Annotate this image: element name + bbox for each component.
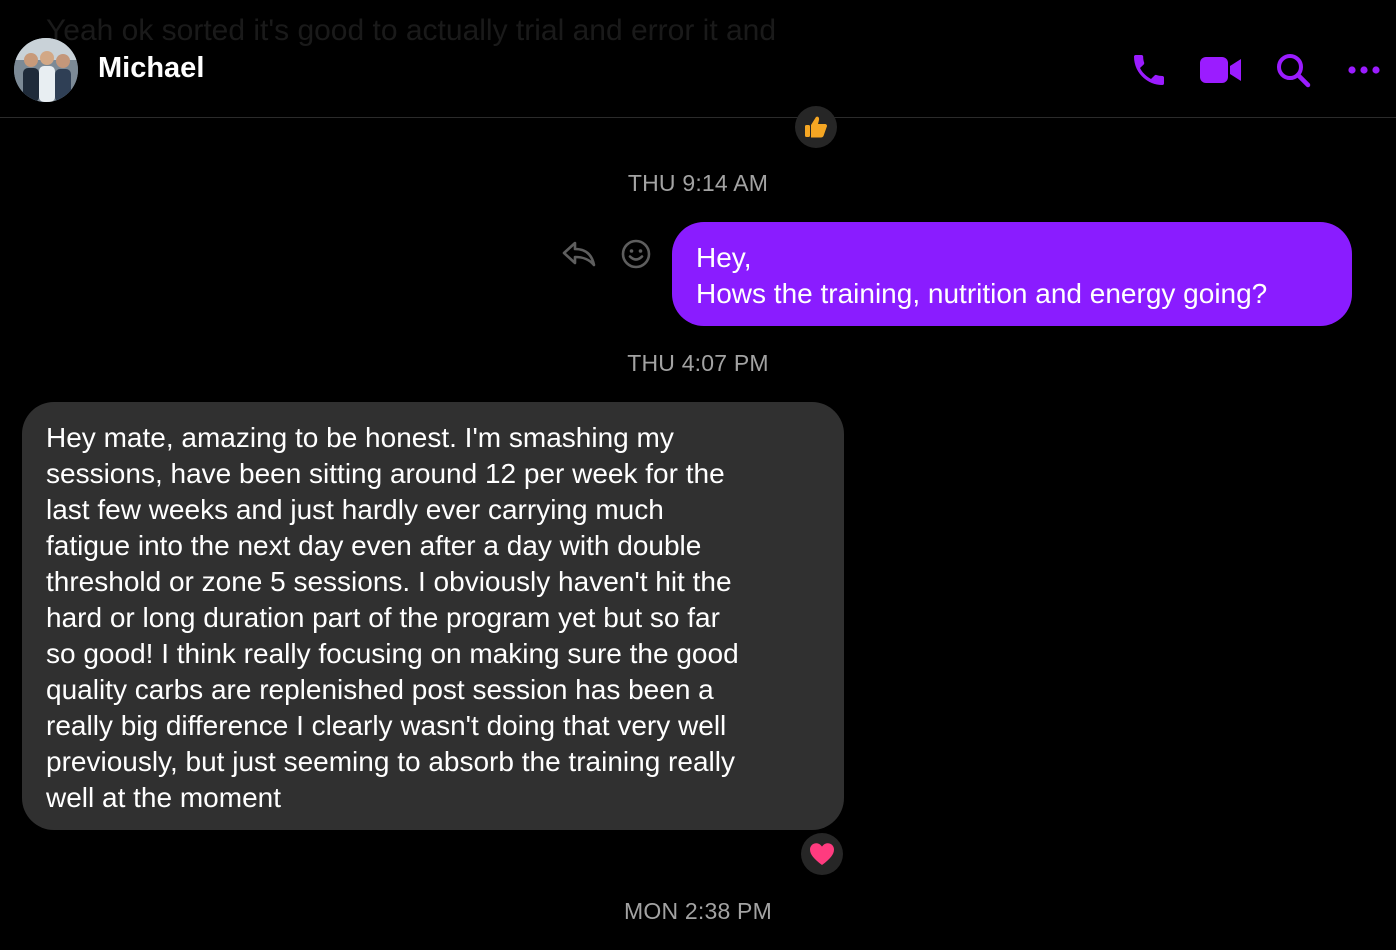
name-redaction bbox=[214, 58, 310, 88]
incoming-message-bubble[interactable]: Hey mate, amazing to be honest. I'm smas… bbox=[22, 402, 844, 830]
timestamp: THU 4:07 PM bbox=[627, 350, 769, 376]
search-icon[interactable] bbox=[1273, 50, 1313, 90]
outgoing-message-bubble[interactable]: Hey, Hows the training, nutrition and en… bbox=[672, 222, 1352, 326]
avatar-photo bbox=[14, 38, 78, 102]
scrolled-message-preview: Yeah ok sorted it's good to actually tri… bbox=[46, 14, 777, 47]
video-camera-icon[interactable] bbox=[1198, 50, 1244, 90]
chat-header: Yeah ok sorted it's good to actually tri… bbox=[0, 0, 1396, 118]
phone-icon[interactable] bbox=[1129, 50, 1169, 90]
heart-reaction[interactable] bbox=[801, 833, 843, 875]
more-icon[interactable] bbox=[1344, 50, 1384, 90]
timestamp: MON 2:38 PM bbox=[624, 898, 772, 924]
timestamp: THU 9:14 AM bbox=[627, 170, 769, 196]
messenger-chat: Yeah ok sorted it's good to actually tri… bbox=[0, 0, 1396, 950]
heart-icon bbox=[810, 843, 834, 865]
reply-icon[interactable] bbox=[560, 238, 598, 270]
thumbs-up-reaction[interactable] bbox=[795, 106, 837, 148]
thumbs-up-icon bbox=[805, 116, 827, 138]
emoji-reaction-icon[interactable] bbox=[620, 238, 652, 270]
avatar[interactable] bbox=[14, 38, 78, 102]
